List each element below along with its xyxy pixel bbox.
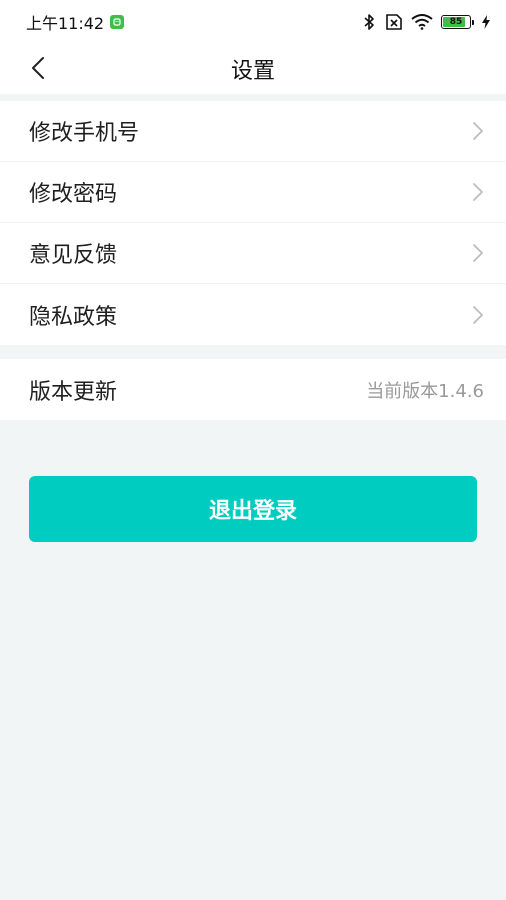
settings-item-change-phone[interactable]: 修改手机号 xyxy=(0,101,506,162)
status-time: 上午11:42 xyxy=(26,14,105,33)
settings-item-feedback[interactable]: 意见反馈 xyxy=(0,223,506,284)
wifi-icon xyxy=(411,14,433,30)
settings-item-label: 意见反馈 xyxy=(29,243,118,268)
version-label: 版本更新 xyxy=(29,379,118,405)
chevron-right-icon xyxy=(472,243,484,263)
status-left: 上午11:42 xyxy=(26,10,125,34)
settings-list: 修改手机号 修改密码 意见反馈 隐私政策 xyxy=(0,101,506,345)
settings-item-label: 修改密码 xyxy=(29,182,118,207)
page-title: 设置 xyxy=(230,59,275,84)
battery-icon: 85 xyxy=(441,15,474,29)
sim-x-icon xyxy=(383,14,403,30)
battery-level: 85 xyxy=(449,16,463,27)
settings-item-label: 修改手机号 xyxy=(29,121,140,146)
chevron-right-icon xyxy=(472,182,484,202)
title-bar: 设置 xyxy=(0,44,506,94)
bluetooth-icon xyxy=(363,13,375,31)
settings-item-version-update[interactable]: 版本更新 当前版本1.4.6 xyxy=(0,359,506,420)
chevron-right-icon xyxy=(472,305,484,325)
version-value: 当前版本1.4.6 xyxy=(366,380,484,402)
charging-icon xyxy=(482,15,490,29)
status-right: 85 xyxy=(363,13,490,31)
notification-app-icon xyxy=(110,15,125,29)
settings-item-change-password[interactable]: 修改密码 xyxy=(0,162,506,223)
settings-item-privacy-policy[interactable]: 隐私政策 xyxy=(0,284,506,345)
logout-button[interactable]: 退出登录 xyxy=(29,476,477,542)
version-section: 版本更新 当前版本1.4.6 xyxy=(0,359,506,420)
chevron-right-icon xyxy=(472,121,484,141)
settings-item-label: 隐私政策 xyxy=(29,304,118,330)
status-bar: 上午11:42 85 xyxy=(0,0,506,44)
